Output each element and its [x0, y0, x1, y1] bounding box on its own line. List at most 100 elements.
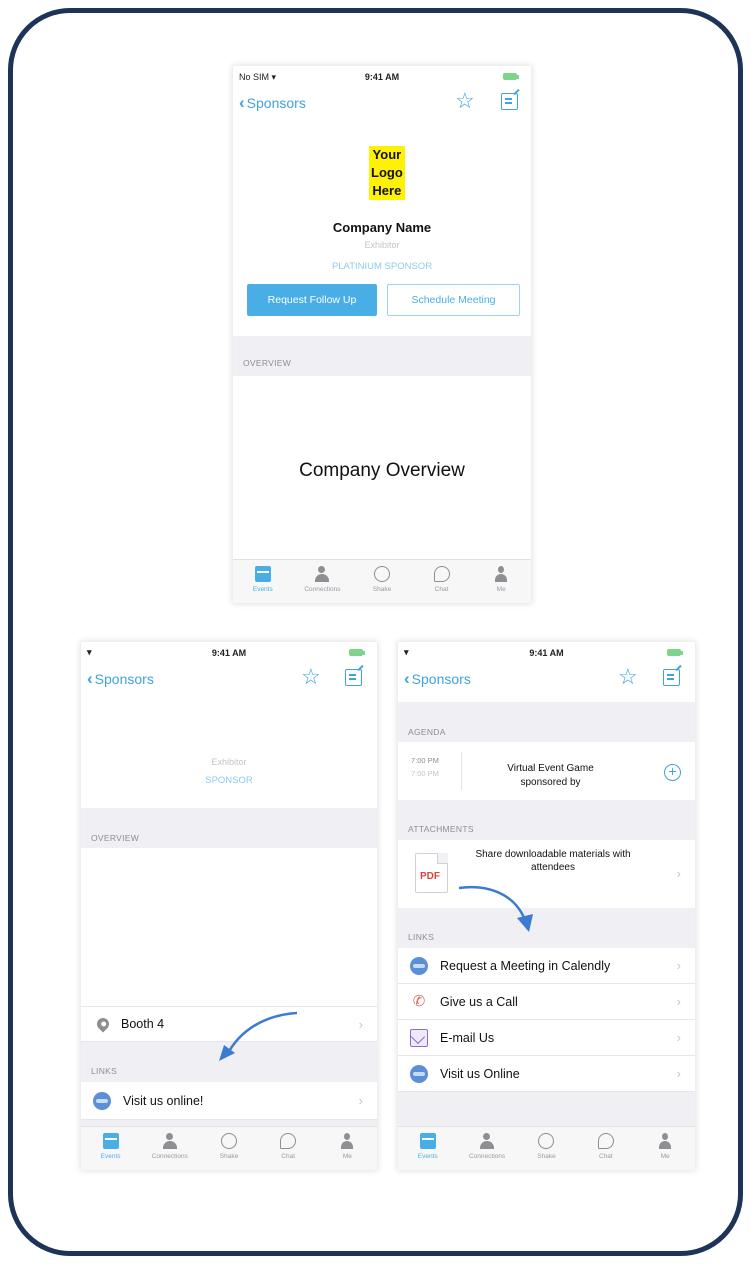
agenda-item[interactable]: 7:00 PM 7:00 PM Virtual Event Game spons… [398, 742, 695, 800]
back-label: Sponsors [246, 94, 306, 111]
status-time: 9:41 AM [529, 648, 564, 658]
tab-chat[interactable]: Chat [414, 566, 470, 593]
chat-icon [433, 566, 450, 582]
calendar-icon [102, 1133, 119, 1149]
attachment-description: Share downloadable materials with attend… [475, 849, 631, 873]
company-overview-text: Company Overview [299, 460, 465, 481]
visit-online-label: Visit us online! [123, 1093, 204, 1108]
compose-icon[interactable] [663, 669, 680, 686]
link-label: Give us a Call [440, 994, 518, 1009]
person-icon [339, 1133, 355, 1149]
compose-icon[interactable] [501, 93, 518, 110]
tab-shake[interactable]: Shake [201, 1133, 257, 1160]
star-icon[interactable]: ☆ [618, 666, 638, 688]
shake-icon [220, 1133, 237, 1149]
battery-icon [503, 73, 523, 81]
agenda-divider [461, 752, 462, 790]
tab-me[interactable]: Me [319, 1133, 375, 1160]
agenda-section-header: AGENDA [398, 702, 695, 742]
attachments-header-label: ATTACHMENTS [408, 824, 474, 834]
sponsor-tier: SPONSOR [205, 775, 253, 786]
bottom-spacer [398, 1092, 695, 1126]
phone-screen-sponsor-resources: ▾ 9:41 AM ‹ Sponsors ☆ AGENDA 7:00 PM 7:… [398, 642, 695, 1170]
globe-icon [410, 1064, 428, 1083]
status-time: 9:41 AM [364, 72, 400, 82]
globe-icon [410, 956, 428, 975]
link-calendly-row[interactable]: Request a Meeting in Calendly › [398, 948, 695, 984]
links-section-header: LINKS [398, 908, 695, 948]
visit-online-row[interactable]: Visit us online! › [81, 1082, 377, 1120]
chat-icon [280, 1133, 297, 1149]
agenda-title: Virtual Event Game sponsored by [507, 763, 594, 788]
link-call-row[interactable]: ✆ Give us a Call › [398, 984, 695, 1020]
tab-events[interactable]: Events [400, 1133, 456, 1160]
chevron-right-icon: › [676, 994, 681, 1009]
location-pin-icon [94, 1015, 112, 1033]
agenda-header-label: AGENDA [408, 727, 446, 737]
link-email-row[interactable]: E-mail Us › [398, 1020, 695, 1056]
link-label: Visit us Online [440, 1066, 520, 1081]
chevron-right-icon: › [676, 866, 681, 881]
link-visit-row[interactable]: Visit us Online › [398, 1056, 695, 1092]
battery-icon [667, 649, 687, 657]
mail-icon [410, 1028, 428, 1047]
chat-icon [597, 1133, 614, 1149]
phone-screen-sponsor-booth: ▾ 9:41 AM ‹ Sponsors ☆ Exhibitor SPONSOR… [81, 642, 377, 1170]
add-to-schedule-icon[interactable]: + [664, 764, 681, 781]
back-button[interactable]: ‹ Sponsors [87, 670, 154, 687]
chevron-right-icon: › [676, 958, 681, 973]
nav-bar: ‹ Sponsors ☆ [398, 664, 695, 698]
people-icon [479, 1133, 495, 1149]
link-label: E-mail Us [440, 1030, 495, 1045]
back-label: Sponsors [411, 670, 471, 687]
attachments-section-header: ATTACHMENTS [398, 800, 695, 840]
tab-me[interactable]: Me [473, 566, 529, 593]
schedule-meeting-button[interactable]: Schedule Meeting [387, 284, 520, 316]
globe-icon [93, 1091, 111, 1110]
tab-me[interactable]: Me [637, 1133, 693, 1160]
person-icon [657, 1133, 673, 1149]
status-bar: No SIM ▾ 9:41 AM [233, 66, 531, 88]
back-button[interactable]: ‹ Sponsors [239, 94, 306, 111]
exhibitor-label: Exhibitor [211, 757, 247, 767]
star-icon[interactable]: ☆ [301, 666, 321, 688]
link-label: Request a Meeting in Calendly [440, 958, 611, 973]
calendar-icon [254, 566, 271, 582]
tab-connections[interactable]: Connections [142, 1133, 198, 1160]
company-logo-placeholder: Your Logo Here [369, 146, 405, 200]
sponsor-tier: PLATINIUM SPONSOR [331, 261, 433, 272]
chevron-left-icon: ‹ [87, 669, 93, 688]
attachment-item[interactable]: PDF Share downloadable materials with at… [398, 840, 695, 908]
tab-shake[interactable]: Shake [354, 566, 410, 593]
back-label: Sponsors [94, 670, 154, 687]
chevron-right-icon: › [358, 1093, 363, 1108]
tab-shake[interactable]: Shake [518, 1133, 574, 1160]
annotation-arrow-left [219, 1011, 298, 1061]
request-follow-up-button[interactable]: Request Follow Up [247, 284, 377, 316]
tab-bar: Events Connections Shake Chat Me [233, 559, 531, 603]
tab-bar: Events Connections Shake Chat Me [398, 1126, 695, 1170]
chevron-right-icon: › [676, 1066, 681, 1081]
nav-bar: ‹ Sponsors ☆ [81, 664, 377, 698]
people-icon [162, 1133, 178, 1149]
overview-header-label: OVERVIEW [243, 358, 292, 368]
annotation-arrow-right [458, 885, 533, 932]
booth-label: Booth 4 [121, 1017, 165, 1031]
tab-events[interactable]: Events [235, 566, 291, 593]
tab-events[interactable]: Events [83, 1133, 139, 1160]
shake-icon [538, 1133, 555, 1149]
star-icon[interactable]: ☆ [455, 90, 475, 112]
compose-icon[interactable] [345, 669, 362, 686]
tab-connections[interactable]: Connections [294, 566, 350, 593]
chevron-left-icon: ‹ [239, 93, 245, 112]
people-icon [314, 566, 330, 582]
exhibitor-label: Exhibitor [364, 240, 400, 250]
overview-section-header: OVERVIEW [233, 336, 531, 376]
tab-chat[interactable]: Chat [260, 1133, 316, 1160]
tab-chat[interactable]: Chat [578, 1133, 634, 1160]
status-time: 9:41 AM [211, 648, 247, 658]
tab-connections[interactable]: Connections [459, 1133, 515, 1160]
phone-icon: ✆ [412, 992, 426, 1010]
status-bar: ▾ 9:41 AM [81, 642, 377, 664]
back-button[interactable]: ‹ Sponsors [404, 670, 471, 687]
